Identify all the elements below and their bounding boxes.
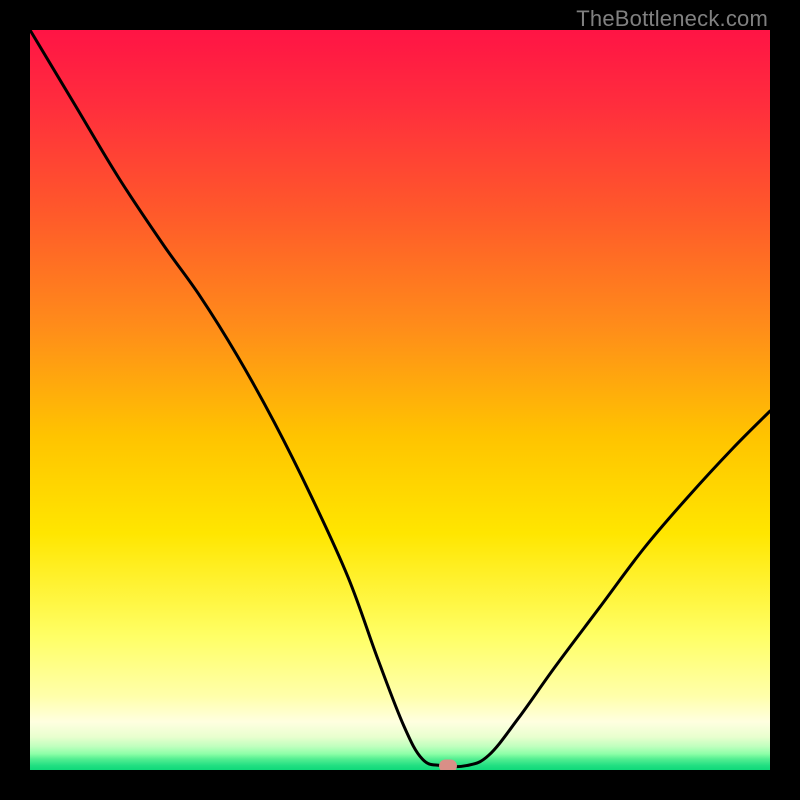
plot-area: [30, 30, 770, 770]
plot-svg: [30, 30, 770, 770]
gradient-background: [30, 30, 770, 770]
watermark-text: TheBottleneck.com: [576, 6, 768, 32]
optimal-point-marker: [439, 759, 457, 770]
chart-frame: TheBottleneck.com: [0, 0, 800, 800]
